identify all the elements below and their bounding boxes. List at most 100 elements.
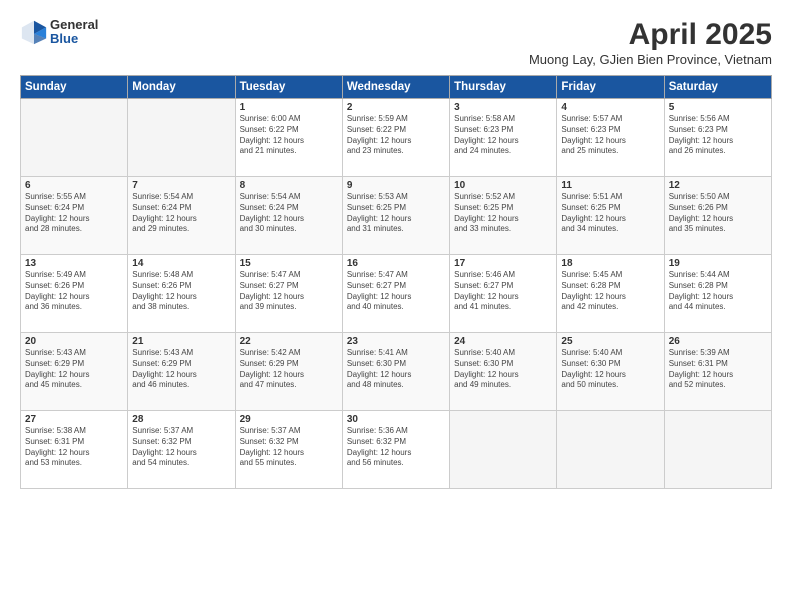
month-title: April 2025 (529, 18, 772, 52)
calendar-cell: 20Sunrise: 5:43 AM Sunset: 6:29 PM Dayli… (21, 333, 128, 411)
day-number: 15 (240, 258, 338, 269)
day-number: 2 (347, 102, 445, 113)
calendar-cell: 21Sunrise: 5:43 AM Sunset: 6:29 PM Dayli… (128, 333, 235, 411)
day-number: 25 (561, 336, 659, 347)
calendar-cell (557, 411, 664, 489)
title-block: April 2025 Muong Lay, GJien Bien Provinc… (529, 18, 772, 67)
calendar-week-3: 13Sunrise: 5:49 AM Sunset: 6:26 PM Dayli… (21, 255, 772, 333)
logo-blue: Blue (50, 32, 98, 46)
day-number: 6 (25, 180, 123, 191)
day-detail: Sunrise: 5:44 AM Sunset: 6:28 PM Dayligh… (669, 270, 767, 313)
calendar-cell: 4Sunrise: 5:57 AM Sunset: 6:23 PM Daylig… (557, 99, 664, 177)
day-detail: Sunrise: 5:40 AM Sunset: 6:30 PM Dayligh… (561, 348, 659, 391)
day-detail: Sunrise: 6:00 AM Sunset: 6:22 PM Dayligh… (240, 114, 338, 157)
day-detail: Sunrise: 5:59 AM Sunset: 6:22 PM Dayligh… (347, 114, 445, 157)
day-number: 7 (132, 180, 230, 191)
day-detail: Sunrise: 5:54 AM Sunset: 6:24 PM Dayligh… (132, 192, 230, 235)
calendar-cell: 3Sunrise: 5:58 AM Sunset: 6:23 PM Daylig… (450, 99, 557, 177)
day-detail: Sunrise: 5:55 AM Sunset: 6:24 PM Dayligh… (25, 192, 123, 235)
day-detail: Sunrise: 5:43 AM Sunset: 6:29 PM Dayligh… (132, 348, 230, 391)
logo-icon (20, 18, 48, 46)
calendar-cell: 19Sunrise: 5:44 AM Sunset: 6:28 PM Dayli… (664, 255, 771, 333)
calendar-cell: 22Sunrise: 5:42 AM Sunset: 6:29 PM Dayli… (235, 333, 342, 411)
day-number: 17 (454, 258, 552, 269)
weekday-header-wednesday: Wednesday (342, 76, 449, 99)
day-number: 1 (240, 102, 338, 113)
day-detail: Sunrise: 5:45 AM Sunset: 6:28 PM Dayligh… (561, 270, 659, 313)
day-detail: Sunrise: 5:37 AM Sunset: 6:32 PM Dayligh… (132, 426, 230, 469)
calendar-cell: 24Sunrise: 5:40 AM Sunset: 6:30 PM Dayli… (450, 333, 557, 411)
day-detail: Sunrise: 5:50 AM Sunset: 6:26 PM Dayligh… (669, 192, 767, 235)
day-number: 20 (25, 336, 123, 347)
day-number: 4 (561, 102, 659, 113)
calendar-cell: 8Sunrise: 5:54 AM Sunset: 6:24 PM Daylig… (235, 177, 342, 255)
day-number: 3 (454, 102, 552, 113)
day-detail: Sunrise: 5:48 AM Sunset: 6:26 PM Dayligh… (132, 270, 230, 313)
day-detail: Sunrise: 5:57 AM Sunset: 6:23 PM Dayligh… (561, 114, 659, 157)
calendar-cell: 17Sunrise: 5:46 AM Sunset: 6:27 PM Dayli… (450, 255, 557, 333)
day-detail: Sunrise: 5:36 AM Sunset: 6:32 PM Dayligh… (347, 426, 445, 469)
day-number: 16 (347, 258, 445, 269)
day-number: 14 (132, 258, 230, 269)
day-number: 11 (561, 180, 659, 191)
day-number: 18 (561, 258, 659, 269)
day-number: 22 (240, 336, 338, 347)
weekday-header-thursday: Thursday (450, 76, 557, 99)
calendar-cell: 10Sunrise: 5:52 AM Sunset: 6:25 PM Dayli… (450, 177, 557, 255)
day-detail: Sunrise: 5:52 AM Sunset: 6:25 PM Dayligh… (454, 192, 552, 235)
weekday-header-sunday: Sunday (21, 76, 128, 99)
calendar-week-5: 27Sunrise: 5:38 AM Sunset: 6:31 PM Dayli… (21, 411, 772, 489)
calendar-cell: 23Sunrise: 5:41 AM Sunset: 6:30 PM Dayli… (342, 333, 449, 411)
day-detail: Sunrise: 5:43 AM Sunset: 6:29 PM Dayligh… (25, 348, 123, 391)
day-detail: Sunrise: 5:47 AM Sunset: 6:27 PM Dayligh… (347, 270, 445, 313)
day-detail: Sunrise: 5:58 AM Sunset: 6:23 PM Dayligh… (454, 114, 552, 157)
day-detail: Sunrise: 5:46 AM Sunset: 6:27 PM Dayligh… (454, 270, 552, 313)
calendar-cell: 15Sunrise: 5:47 AM Sunset: 6:27 PM Dayli… (235, 255, 342, 333)
day-detail: Sunrise: 5:47 AM Sunset: 6:27 PM Dayligh… (240, 270, 338, 313)
calendar-cell: 9Sunrise: 5:53 AM Sunset: 6:25 PM Daylig… (342, 177, 449, 255)
day-number: 12 (669, 180, 767, 191)
calendar-week-1: 1Sunrise: 6:00 AM Sunset: 6:22 PM Daylig… (21, 99, 772, 177)
day-number: 24 (454, 336, 552, 347)
day-detail: Sunrise: 5:41 AM Sunset: 6:30 PM Dayligh… (347, 348, 445, 391)
calendar-week-2: 6Sunrise: 5:55 AM Sunset: 6:24 PM Daylig… (21, 177, 772, 255)
calendar-cell: 16Sunrise: 5:47 AM Sunset: 6:27 PM Dayli… (342, 255, 449, 333)
day-detail: Sunrise: 5:56 AM Sunset: 6:23 PM Dayligh… (669, 114, 767, 157)
weekday-header-tuesday: Tuesday (235, 76, 342, 99)
calendar-cell (664, 411, 771, 489)
day-detail: Sunrise: 5:39 AM Sunset: 6:31 PM Dayligh… (669, 348, 767, 391)
day-number: 10 (454, 180, 552, 191)
day-number: 30 (347, 414, 445, 425)
calendar-cell: 6Sunrise: 5:55 AM Sunset: 6:24 PM Daylig… (21, 177, 128, 255)
calendar-cell: 30Sunrise: 5:36 AM Sunset: 6:32 PM Dayli… (342, 411, 449, 489)
weekday-header-row: SundayMondayTuesdayWednesdayThursdayFrid… (21, 76, 772, 99)
day-detail: Sunrise: 5:42 AM Sunset: 6:29 PM Dayligh… (240, 348, 338, 391)
day-number: 26 (669, 336, 767, 347)
calendar-cell: 29Sunrise: 5:37 AM Sunset: 6:32 PM Dayli… (235, 411, 342, 489)
day-number: 8 (240, 180, 338, 191)
calendar-cell: 13Sunrise: 5:49 AM Sunset: 6:26 PM Dayli… (21, 255, 128, 333)
day-detail: Sunrise: 5:37 AM Sunset: 6:32 PM Dayligh… (240, 426, 338, 469)
calendar-cell: 11Sunrise: 5:51 AM Sunset: 6:25 PM Dayli… (557, 177, 664, 255)
calendar-cell: 14Sunrise: 5:48 AM Sunset: 6:26 PM Dayli… (128, 255, 235, 333)
calendar-cell (128, 99, 235, 177)
logo-general: General (50, 18, 98, 32)
day-number: 19 (669, 258, 767, 269)
calendar-cell: 2Sunrise: 5:59 AM Sunset: 6:22 PM Daylig… (342, 99, 449, 177)
day-number: 9 (347, 180, 445, 191)
calendar-cell (450, 411, 557, 489)
day-detail: Sunrise: 5:40 AM Sunset: 6:30 PM Dayligh… (454, 348, 552, 391)
day-number: 21 (132, 336, 230, 347)
header: General Blue April 2025 Muong Lay, GJien… (20, 18, 772, 67)
calendar-table: SundayMondayTuesdayWednesdayThursdayFrid… (20, 75, 772, 489)
weekday-header-monday: Monday (128, 76, 235, 99)
day-number: 5 (669, 102, 767, 113)
day-number: 23 (347, 336, 445, 347)
day-number: 29 (240, 414, 338, 425)
location-subtitle: Muong Lay, GJien Bien Province, Vietnam (529, 52, 772, 67)
calendar-cell: 12Sunrise: 5:50 AM Sunset: 6:26 PM Dayli… (664, 177, 771, 255)
day-number: 28 (132, 414, 230, 425)
weekday-header-saturday: Saturday (664, 76, 771, 99)
calendar-cell (21, 99, 128, 177)
calendar-cell: 27Sunrise: 5:38 AM Sunset: 6:31 PM Dayli… (21, 411, 128, 489)
